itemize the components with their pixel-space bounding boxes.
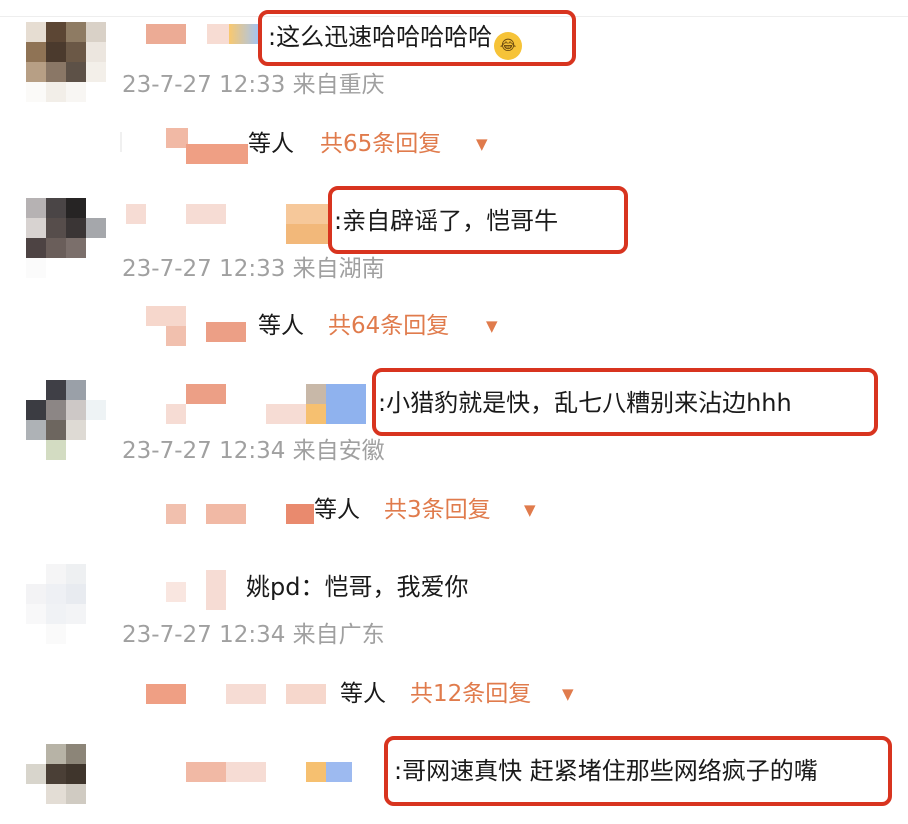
avatar[interactable]: [26, 380, 106, 460]
laughing-crying-emoji: 😂: [494, 32, 523, 60]
reply-count[interactable]: 共64条回复: [328, 306, 449, 346]
comment-text: :哥网速真快 赶紧堵住那些网络疯子的嘴: [394, 757, 818, 785]
reply-avatar: [286, 504, 314, 524]
badge-icon: [306, 384, 326, 404]
comment-item: :这么迅速哈哈哈哈哈 😂 23-7-27 12:33 来自重庆 等人 共65条回复…: [0, 10, 908, 193]
reply-summary[interactable]: 等人 共64条回复 ▼: [258, 306, 518, 346]
comment-item: :小猎豹就是快，乱七八糟别来沾边hhh 23-7-27 12:34 来自安徽 等…: [0, 368, 908, 551]
comment-item: 姚pd：恺哥，我爱你 23-7-27 12:34 来自广东 等人 共12条回复 …: [0, 552, 908, 735]
badge-icon: [229, 24, 259, 44]
comment-text: 姚pd：恺哥，我爱你: [246, 573, 469, 601]
avatar[interactable]: [26, 564, 106, 644]
triangle-down-icon[interactable]: ▼: [562, 686, 574, 702]
reply-avatar: [206, 504, 246, 524]
username: [266, 404, 306, 424]
comment-meta: 23-7-27 12:34 来自广东: [122, 622, 385, 648]
triangle-down-icon[interactable]: ▼: [524, 502, 536, 518]
reply-users: 等人: [314, 497, 360, 523]
reply-avatar: [186, 144, 248, 164]
badge-icon: [286, 224, 330, 244]
avatar[interactable]: [26, 22, 106, 102]
username[interactable]: [166, 404, 186, 424]
comment-meta: 23-7-27 12:33 来自重庆: [122, 72, 385, 98]
avatar[interactable]: [26, 744, 106, 824]
badge-icon: [326, 384, 366, 424]
username[interactable]: [146, 24, 186, 44]
reply-avatar: [146, 684, 186, 704]
username: [207, 24, 229, 44]
reply-avatar: [146, 306, 186, 326]
comment-item: :哥网速真快 赶紧堵住那些网络疯子的嘴: [0, 732, 908, 824]
username[interactable]: [166, 582, 186, 602]
reply-avatar: [166, 504, 186, 524]
comment-meta: 23-7-27 12:34 来自安徽: [122, 438, 385, 464]
reply-count[interactable]: 共12条回复: [410, 674, 531, 714]
reply-avatar: [206, 322, 246, 342]
username: [186, 384, 226, 404]
badge-icon: [326, 762, 352, 782]
reply-count[interactable]: 共65条回复: [320, 124, 441, 164]
reply-users: 等人: [340, 681, 386, 707]
avatar[interactable]: [26, 198, 106, 278]
username: [206, 570, 226, 610]
reply-summary[interactable]: 等人 共3条回复 ▼: [314, 490, 554, 530]
username: [226, 762, 266, 782]
username[interactable]: [126, 204, 146, 224]
badge-icon: [306, 762, 326, 782]
reply-avatar: [166, 326, 186, 346]
reply-avatar: [226, 684, 266, 704]
reply-count[interactable]: 共3条回复: [384, 490, 491, 530]
username: [186, 204, 226, 224]
reply-summary[interactable]: 等人 共65条回复 ▼: [248, 124, 508, 164]
comment-text: :亲自辟谣了，恺哥牛: [334, 207, 559, 235]
badge-icon: [286, 204, 330, 224]
reply-users: 等人: [258, 313, 304, 339]
comment-item: :亲自辟谣了，恺哥牛 23-7-27 12:33 来自湖南 等人 共64条回复 …: [0, 186, 908, 369]
badge-icon: [306, 404, 326, 424]
comment-meta: 23-7-27 12:33 来自湖南: [122, 256, 385, 282]
triangle-down-icon[interactable]: ▼: [486, 318, 498, 334]
reply-avatars: [120, 132, 122, 152]
triangle-down-icon[interactable]: ▼: [476, 136, 488, 152]
comment-text: :这么迅速哈哈哈哈哈 😂: [268, 22, 523, 60]
reply-summary[interactable]: 等人 共12条回复 ▼: [340, 674, 590, 714]
username[interactable]: [186, 762, 226, 782]
reply-users: 等人: [248, 131, 294, 157]
reply-avatar: [166, 128, 188, 148]
reply-avatar: [286, 684, 326, 704]
comment-text: :小猎豹就是快，乱七八糟别来沾边hhh: [378, 389, 792, 417]
